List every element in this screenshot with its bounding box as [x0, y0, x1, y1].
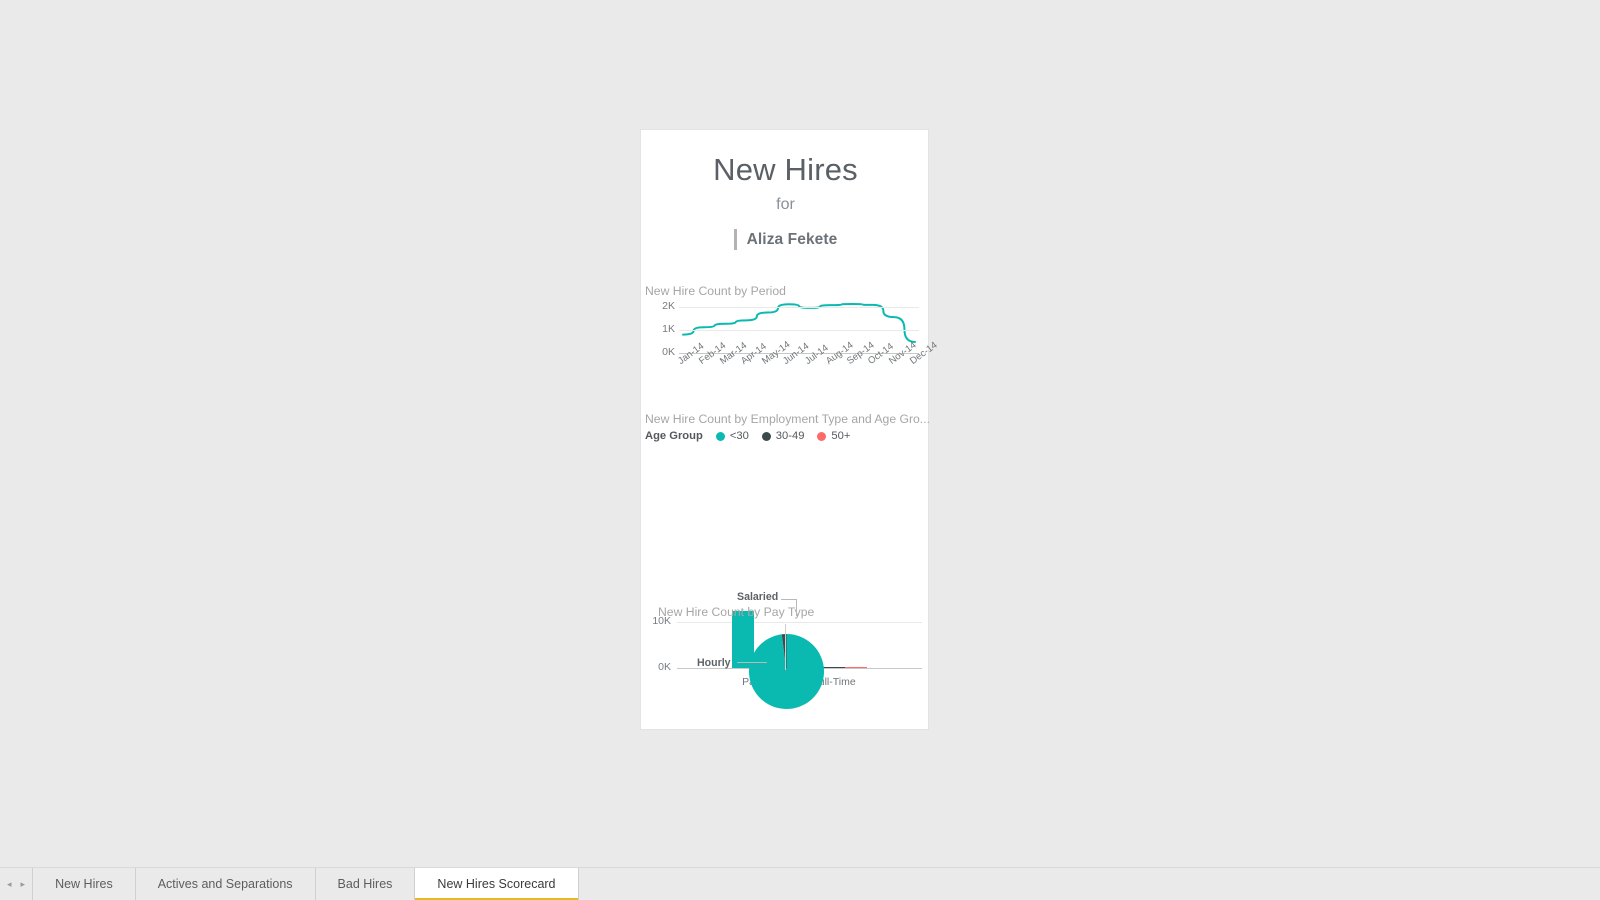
- pie-chart-plot: [749, 634, 824, 709]
- person-name: Aliza Fekete: [746, 230, 838, 248]
- tab-nav-arrows: ◂ ▸: [0, 868, 34, 900]
- pie-chart-visual[interactable]: New Hire Count by Pay Type Salaried Hour…: [641, 591, 930, 731]
- y-axis-tick-label: 2K: [662, 300, 675, 312]
- tab-actives-and-separations[interactable]: Actives and Separations: [135, 868, 316, 900]
- accent-bar: [733, 229, 737, 250]
- pie-chart-title: New Hire Count by Pay Type: [658, 605, 815, 619]
- pie-leader-line-salaried-vertical: [796, 599, 797, 616]
- gridline: [679, 307, 919, 308]
- for-label: for: [776, 196, 795, 213]
- report-header: New Hires for Aliza Fekete: [641, 130, 930, 275]
- tab-new-hires-scorecard[interactable]: New Hires Scorecard: [415, 868, 579, 900]
- prev-page-arrow-icon[interactable]: ◂: [7, 879, 12, 889]
- pie-label-salaried: Salaried: [737, 591, 779, 603]
- pie-center-tick: [785, 624, 786, 670]
- bar-chart-plot: [641, 412, 930, 612]
- next-page-arrow-icon[interactable]: ▸: [21, 879, 26, 889]
- pie-leader-line-hourly: [737, 662, 767, 663]
- y-axis-tick-label: 0K: [662, 346, 675, 358]
- y-axis-tick-label: 1K: [662, 323, 675, 335]
- pie-leader-line-salaried: [781, 599, 797, 600]
- gridline: [679, 330, 919, 331]
- page-title: New Hires: [713, 152, 858, 187]
- report-canvas: New Hires for Aliza Fekete New Hire Coun…: [640, 129, 939, 731]
- tab-bad-hires[interactable]: Bad Hires: [315, 868, 416, 900]
- pie-label-hourly: Hourly: [697, 657, 731, 669]
- pie-svg: [749, 634, 824, 709]
- bar-chart-visual[interactable]: New Hire Count by Employment Type and Ag…: [641, 412, 930, 688]
- report-tab-bar: ◂ ▸ New Hires Actives and Separations Ba…: [0, 867, 1600, 900]
- person-row: Aliza Fekete: [641, 229, 930, 250]
- line-series-path: [682, 303, 916, 343]
- tab-new-hires[interactable]: New Hires: [33, 868, 136, 900]
